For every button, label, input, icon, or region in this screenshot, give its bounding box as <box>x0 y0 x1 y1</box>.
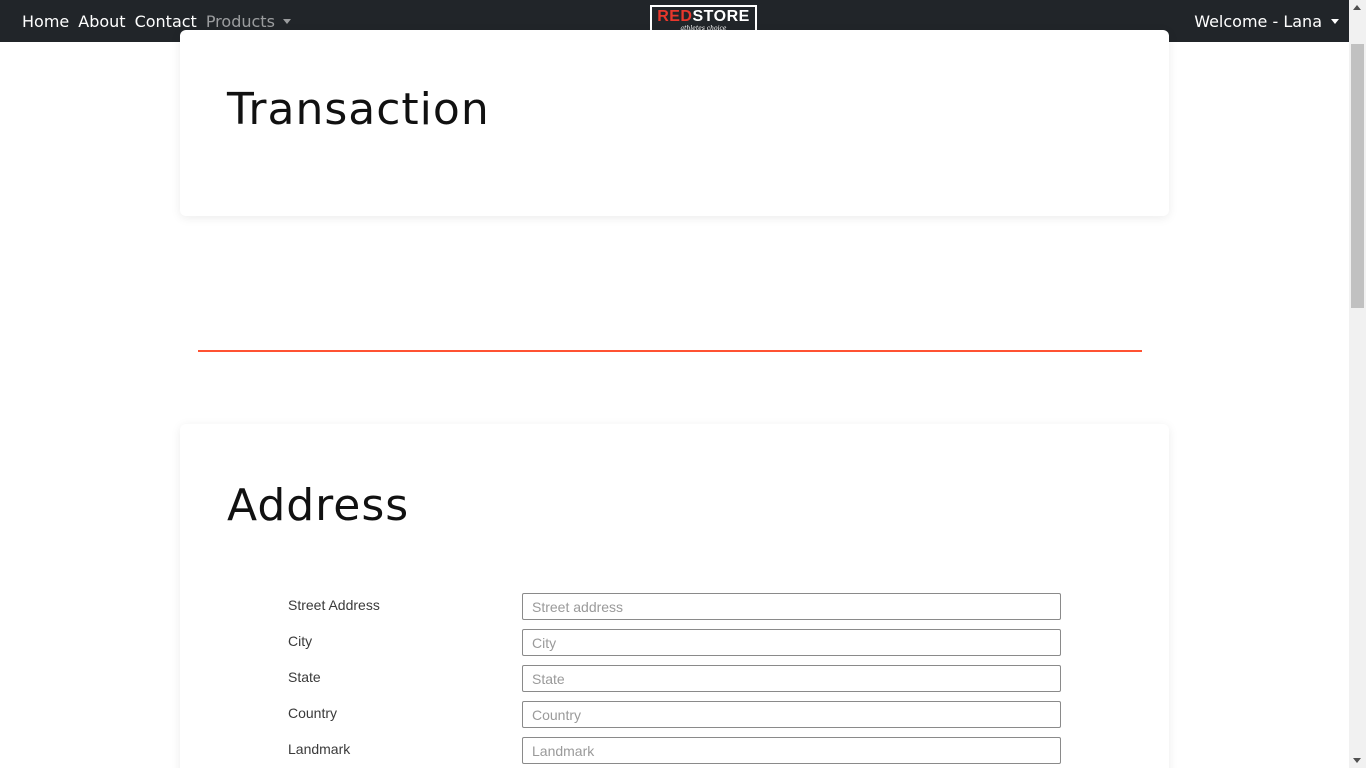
logo-white-text: STORE <box>692 7 750 25</box>
landmark-input[interactable] <box>522 737 1061 764</box>
country-input[interactable] <box>522 701 1061 728</box>
transaction-card: Transaction <box>180 30 1169 216</box>
scroll-up-arrow-icon[interactable] <box>1353 5 1361 10</box>
state-row: State <box>180 665 1169 697</box>
address-title: Address <box>227 480 410 531</box>
nav-links: Home About Contact Products <box>22 12 300 31</box>
landmark-row: Landmark <box>180 737 1169 768</box>
transaction-title: Transaction <box>227 84 490 135</box>
nav-about-link[interactable]: About <box>78 12 125 31</box>
street-address-label: Street Address <box>288 597 380 613</box>
street-address-row: Street Address <box>180 593 1169 625</box>
nav-products-dropdown[interactable]: Products <box>206 12 291 31</box>
address-card: Address Street Address City State Countr… <box>180 424 1169 768</box>
street-address-input[interactable] <box>522 593 1061 620</box>
chevron-down-icon <box>282 18 291 24</box>
chevron-down-icon <box>1331 18 1339 24</box>
nav-home-link[interactable]: Home <box>22 12 69 31</box>
state-label: State <box>288 669 321 685</box>
welcome-user-label: Welcome - Lana <box>1194 11 1322 31</box>
section-divider <box>198 350 1142 352</box>
city-row: City <box>180 629 1169 661</box>
nav-contact-link[interactable]: Contact <box>135 12 197 31</box>
logo-wordmark: REDSTORE <box>657 7 750 25</box>
country-row: Country <box>180 701 1169 733</box>
country-label: Country <box>288 705 338 721</box>
logo-red-text: RED <box>657 7 693 25</box>
state-input[interactable] <box>522 665 1061 692</box>
scroll-down-arrow-icon[interactable] <box>1353 758 1361 763</box>
page-scrollbar[interactable] <box>1349 0 1366 768</box>
landmark-label: Landmark <box>288 741 351 757</box>
scrollbar-thumb[interactable] <box>1351 44 1364 308</box>
nav-products-label: Products <box>205 11 275 31</box>
city-label: City <box>288 633 313 649</box>
city-input[interactable] <box>522 629 1061 656</box>
user-menu-dropdown[interactable]: Welcome - Lana <box>1194 0 1339 42</box>
